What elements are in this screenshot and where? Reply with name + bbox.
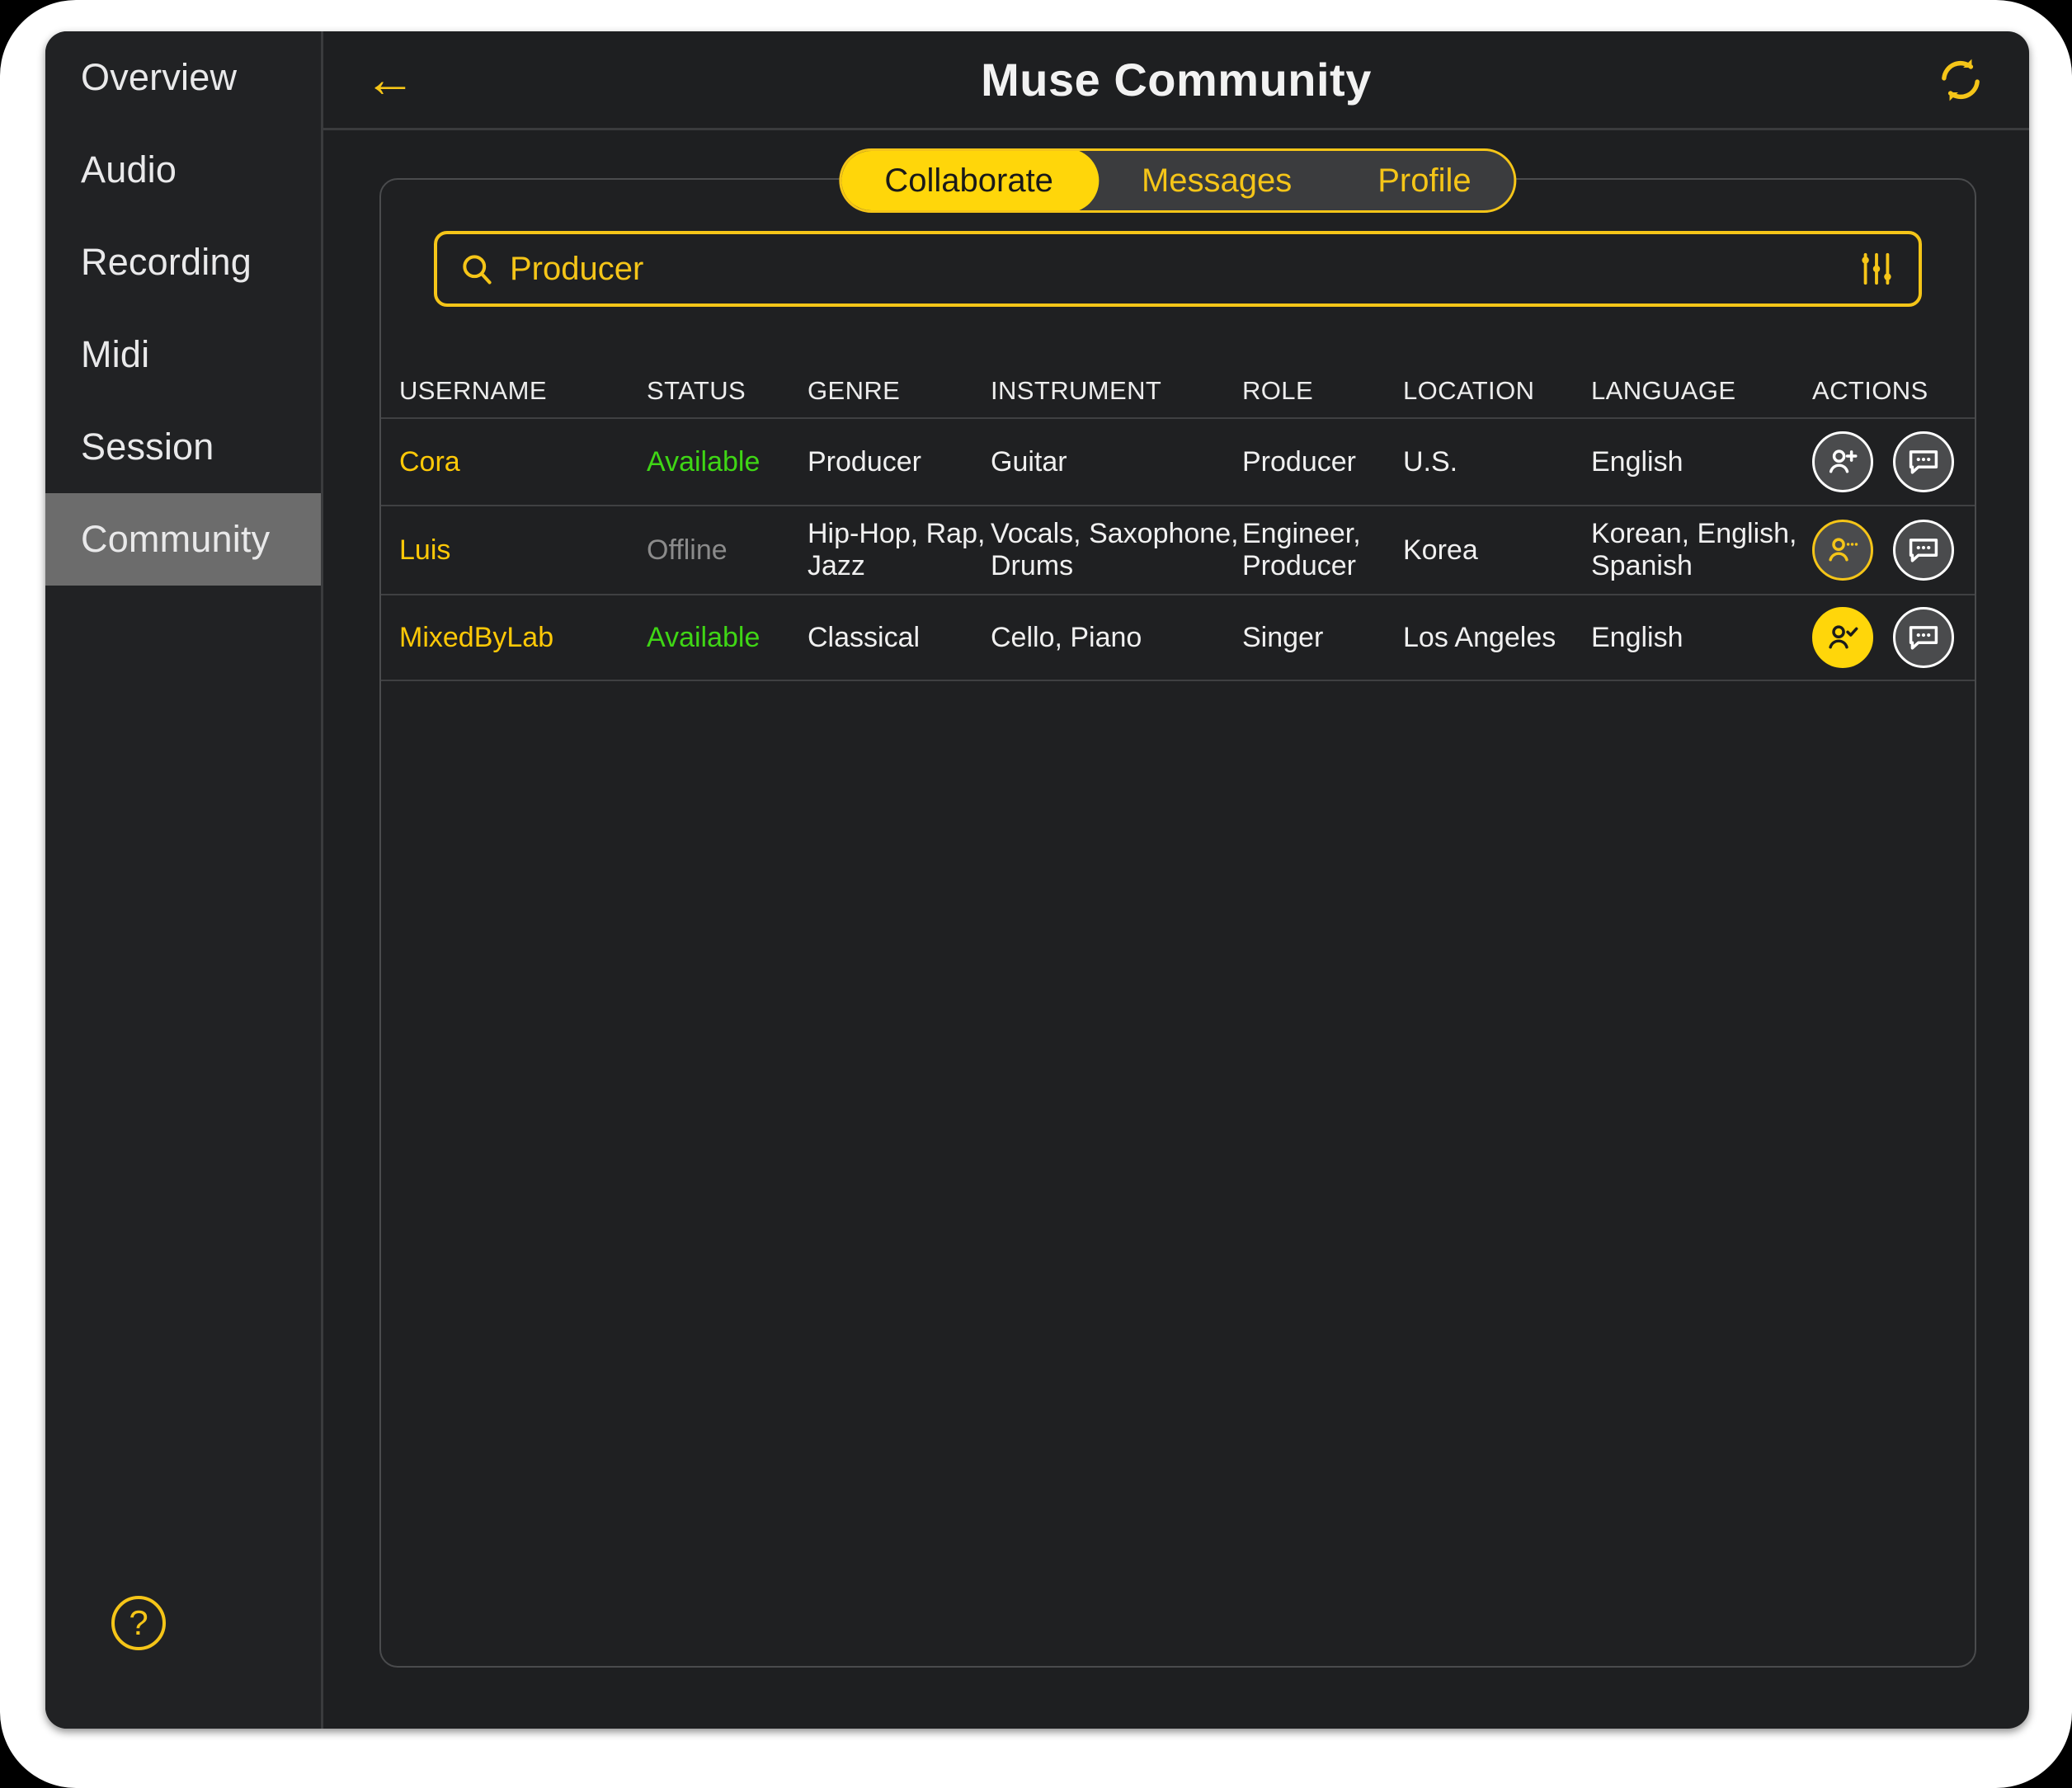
message-bubble-glyph (1909, 626, 1938, 650)
cell-location: U.S. (1403, 445, 1458, 478)
cell-instrument: Vocals, Saxophone, Drums (991, 518, 1239, 581)
message-bubble-glyph (1909, 450, 1938, 474)
column-header-username: USERNAME (399, 376, 547, 405)
username-link[interactable]: Cora (399, 446, 460, 478)
cell-genre: Hip-Hop, Rap, Jazz (808, 518, 986, 581)
tab-label: Collaborate (884, 162, 1053, 199)
cell-location: Korea (1403, 534, 1478, 566)
cell-location: Los Angeles (1403, 621, 1556, 653)
cell-instrument: Guitar (991, 445, 1067, 478)
sidebar-item-session[interactable]: Session (45, 401, 321, 493)
cell-language: English (1591, 621, 1684, 653)
message-bubble-icon[interactable] (1893, 607, 1954, 668)
search-input[interactable]: Producer (434, 231, 1922, 307)
column-header-location: LOCATION (1403, 376, 1535, 405)
username-link[interactable]: MixedByLab (399, 622, 553, 653)
person-add-icon[interactable] (1812, 431, 1873, 492)
table-row[interactable]: Luis Offline Hip-Hop, Rap, Jazz Vocals, … (381, 505, 1975, 594)
page-title: Muse Community (981, 54, 1372, 106)
device-frame: Overview Audio Recording Midi Session Co… (0, 0, 2072, 1788)
sidebar-item-community[interactable]: Community (45, 493, 321, 586)
table-row[interactable]: Cora Available Producer Guitar Producer … (381, 417, 1975, 505)
back-arrow-glyph: ← (365, 50, 416, 108)
sidebar-item-label: Midi (81, 333, 150, 375)
sidebar: Overview Audio Recording Midi Session Co… (45, 31, 323, 1729)
tab-collaborate[interactable]: Collaborate (841, 151, 1099, 210)
titlebar: ← Muse Community (323, 31, 2029, 130)
search-input-value[interactable]: Producer (510, 251, 1858, 288)
status-badge: Available (647, 621, 761, 653)
tab-label: Profile (1377, 162, 1472, 199)
app-window: Overview Audio Recording Midi Session Co… (45, 31, 2029, 1729)
search-icon (463, 255, 492, 285)
refresh-glyph (1942, 59, 1980, 101)
refresh-icon[interactable] (1933, 53, 1988, 107)
person-add-glyph (1829, 449, 1858, 473)
filter-sliders-icon[interactable] (1858, 250, 1895, 288)
cell-genre: Producer (808, 445, 921, 478)
person-pending-glyph (1829, 538, 1858, 562)
column-header-genre: GENRE (808, 376, 901, 405)
message-bubble-glyph (1909, 539, 1938, 562)
tab-bar: Collaborate Messages Profile (839, 148, 1517, 213)
column-header-status: STATUS (647, 376, 746, 405)
table-row[interactable]: MixedByLab Available Classical Cello, Pi… (381, 594, 1975, 681)
sidebar-item-label: Overview (81, 56, 238, 98)
back-arrow-icon[interactable]: ← (365, 54, 422, 106)
main-column: ← Muse Community Collaborate Messages Pr… (323, 31, 2029, 1729)
help-label: ? (129, 1603, 148, 1642)
sidebar-item-label: Session (81, 426, 214, 468)
person-check-icon[interactable] (1812, 607, 1873, 668)
tab-profile[interactable]: Profile (1335, 151, 1514, 210)
message-bubble-icon[interactable] (1893, 431, 1954, 492)
content-area: Collaborate Messages Profile Producer US… (323, 130, 2029, 1729)
cell-instrument: Cello, Piano (991, 621, 1142, 653)
tab-label: Messages (1141, 162, 1293, 199)
column-header-language: LANGUAGE (1591, 376, 1736, 405)
cell-genre: Classical (808, 621, 921, 653)
sidebar-item-midi[interactable]: Midi (45, 308, 321, 401)
cell-role: Singer (1242, 621, 1324, 653)
cell-language: Korean, English, Spanish (1591, 518, 1797, 581)
community-table: USERNAME STATUS GENRE INSTRUMENT ROLE LO… (381, 365, 1975, 681)
sidebar-item-overview[interactable]: Overview (45, 31, 321, 124)
help-icon[interactable]: ? (111, 1596, 166, 1650)
tab-messages[interactable]: Messages (1099, 151, 1335, 210)
column-header-role: ROLE (1242, 376, 1314, 405)
status-badge: Offline (647, 534, 728, 566)
column-header-actions: ACTIONS (1812, 376, 1928, 405)
status-badge: Available (647, 445, 761, 478)
cell-role: Engineer, Producer (1242, 518, 1361, 581)
person-check-glyph (1829, 625, 1858, 649)
message-bubble-icon[interactable] (1893, 520, 1954, 581)
column-header-instrument: INSTRUMENT (991, 376, 1162, 405)
sidebar-item-label: Audio (81, 148, 177, 191)
sidebar-item-audio[interactable]: Audio (45, 124, 321, 216)
username-link[interactable]: Luis (399, 534, 450, 566)
table-header-row: USERNAME STATUS GENRE INSTRUMENT ROLE LO… (381, 365, 1975, 417)
sidebar-item-label: Community (81, 518, 271, 560)
person-pending-icon[interactable] (1812, 520, 1873, 581)
cell-role: Producer (1242, 445, 1356, 478)
sidebar-item-recording[interactable]: Recording (45, 216, 321, 308)
cell-language: English (1591, 445, 1684, 478)
collaborate-panel: Collaborate Messages Profile Producer US… (379, 148, 1976, 1668)
sidebar-item-label: Recording (81, 241, 252, 283)
